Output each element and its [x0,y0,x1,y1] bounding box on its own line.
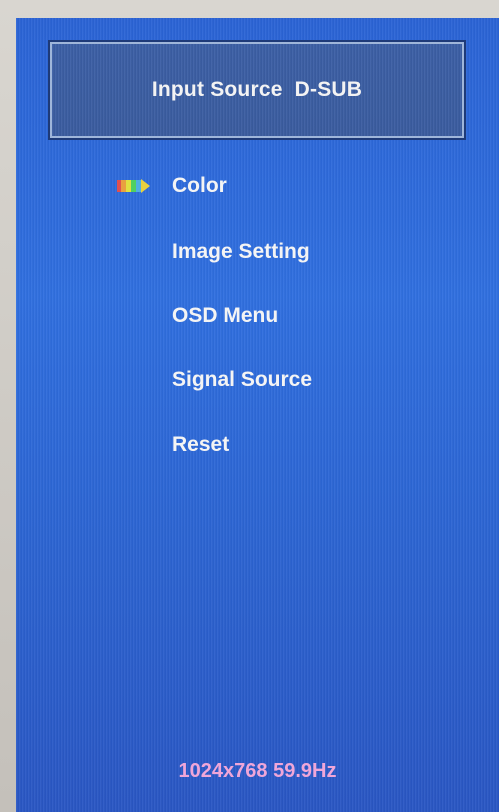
osd-screen: Input Source D-SUB Color Image Setting O… [16,18,499,812]
color-bars-arrow-icon [117,179,150,193]
input-source-header: Input Source D-SUB [48,40,466,140]
menu-item-reset[interactable]: Reset [172,433,229,457]
menu-item-osd-menu[interactable]: OSD Menu [172,304,278,328]
resolution-readout: 1024x768 59.9Hz [178,760,337,782]
menu-item-signal-source[interactable]: Signal Source [172,368,312,392]
input-source-label: Input Source D-SUB [151,78,363,101]
menu-item-color[interactable]: Color [172,174,227,198]
menu-item-image-setting[interactable]: Image Setting [172,240,310,264]
